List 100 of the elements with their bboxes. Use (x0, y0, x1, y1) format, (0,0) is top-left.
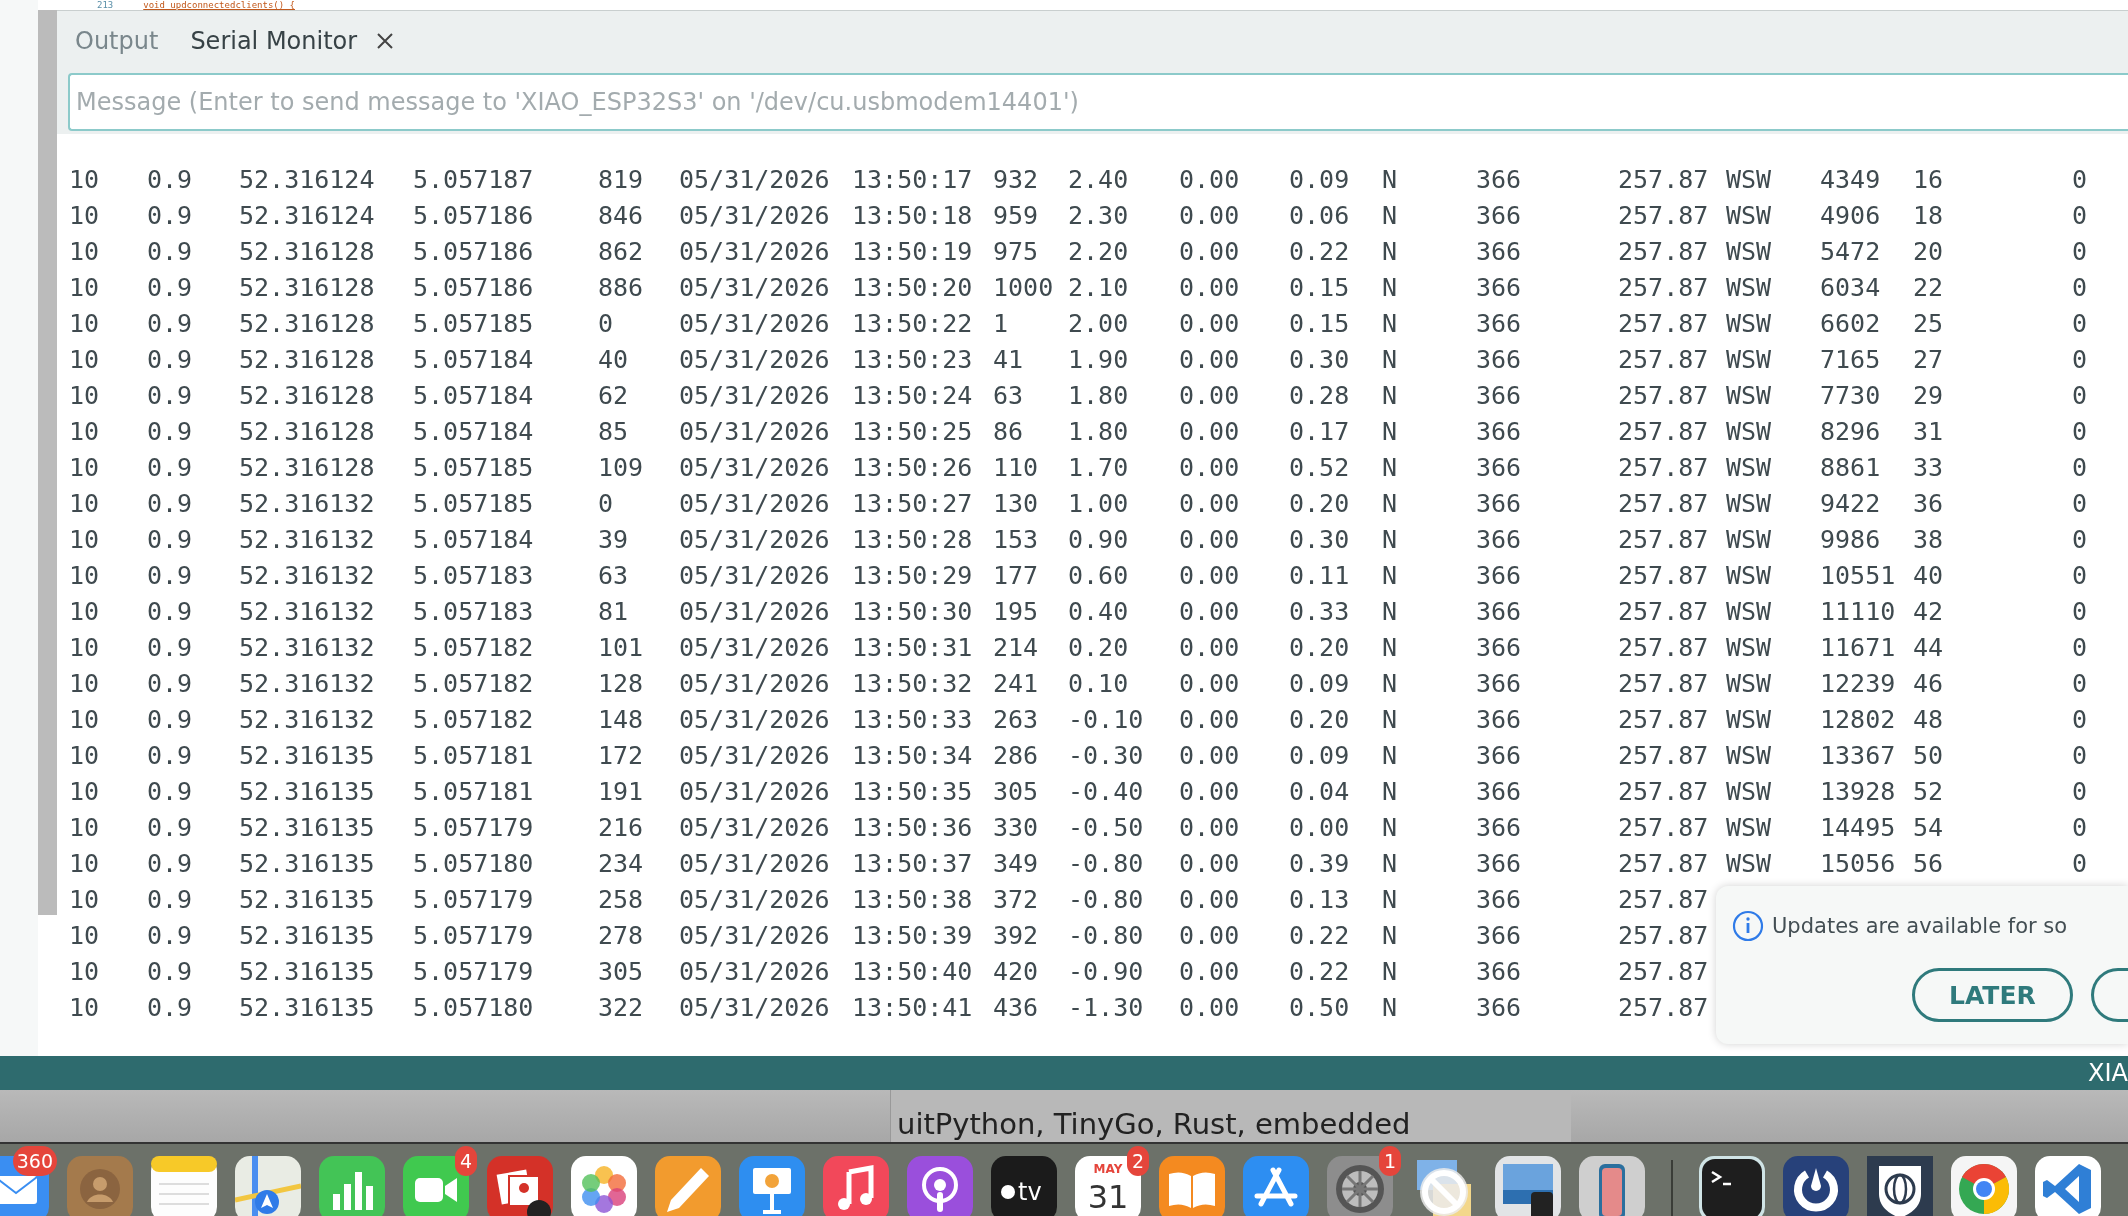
map-icon[interactable] (235, 1156, 301, 1216)
serial-value: 0 (2072, 740, 2088, 772)
serial-value: 52.316132 (239, 632, 375, 664)
serial-value: 05/31/2026 (679, 560, 830, 592)
partial-button[interactable] (2090, 968, 2128, 1022)
serial-value: 15056 (1820, 848, 1896, 880)
serial-value: 44 (1913, 632, 1944, 664)
serial-value: WSW (1726, 488, 1772, 520)
serial-value: 40 (598, 344, 629, 376)
serial-value: 366 (1476, 776, 1522, 808)
serial-value: -0.40 (1068, 776, 1144, 808)
serial-value: 0.00 (1289, 812, 1350, 844)
info-icon (1732, 910, 1764, 942)
serial-value: 366 (1476, 452, 1522, 484)
open-book-icon[interactable] (1159, 1156, 1225, 1216)
serial-value: 13:50:22 (852, 308, 973, 340)
photo-icon[interactable] (1495, 1156, 1561, 1216)
serial-value: 263 (993, 704, 1039, 736)
serial-value: -0.30 (1068, 740, 1144, 772)
serial-value: 258 (598, 884, 644, 916)
serial-value: 330 (993, 812, 1039, 844)
serial-value: N (1382, 164, 1398, 196)
serial-value: 0.06 (1289, 200, 1350, 232)
gear-icon[interactable] (1327, 1156, 1393, 1216)
serial-value: 13:50:17 (852, 164, 973, 196)
serial-value: 10 (69, 524, 100, 556)
terminal-icon[interactable] (1699, 1156, 1765, 1216)
serial-value: WSW (1726, 524, 1772, 556)
tab[interactable]: Serial Monitor (190, 23, 396, 59)
serial-value: 5.057183 (413, 596, 534, 628)
serial-value: WSW (1726, 596, 1772, 628)
serial-value: WSW (1726, 668, 1772, 700)
serial-value: 0.9 (147, 740, 193, 772)
serial-value: 5.057184 (413, 380, 534, 412)
serial-value: 54 (1913, 812, 1944, 844)
serial-value: 13928 (1820, 776, 1896, 808)
serial-value: 13:50:25 (852, 416, 973, 448)
tv-app-icon[interactable]: tv (991, 1156, 1057, 1216)
code-line: void updconnectedclients() { (143, 0, 295, 10)
serial-value: 0.33 (1289, 596, 1350, 628)
serial-value: N (1382, 884, 1398, 916)
serial-value: 0.9 (147, 668, 193, 700)
phone-icon[interactable] (1579, 1156, 1645, 1216)
music-note-icon[interactable] (823, 1156, 889, 1216)
serial-value: 366 (1476, 956, 1522, 988)
serial-value: 5.057182 (413, 704, 534, 736)
serial-value: 20 (1913, 236, 1944, 268)
serial-value: 0.00 (1179, 236, 1240, 268)
serial-value: 05/31/2026 (679, 596, 830, 628)
podcast-icon[interactable] (907, 1156, 973, 1216)
serial-value: N (1382, 992, 1398, 1024)
serial-value: -0.90 (1068, 956, 1144, 988)
browser-icon[interactable] (1951, 1156, 2017, 1216)
serial-value: 10 (69, 200, 100, 232)
serial-value: 0.30 (1289, 344, 1350, 376)
serial-value: 195 (993, 596, 1039, 628)
serial-value: 0.00 (1179, 272, 1240, 304)
flower-icon[interactable] (571, 1156, 637, 1216)
serial-value: N (1382, 560, 1398, 592)
serial-value: 13:50:41 (852, 992, 973, 1024)
serial-value: 0.00 (1179, 812, 1240, 844)
app-store-icon[interactable] (1243, 1156, 1309, 1216)
later-button[interactable]: LATER (1912, 968, 2073, 1022)
message-field[interactable]: Message (Enter to send message to 'XIAO_ESP32S3' on '/dev/cu.usbmodem14401') (68, 73, 2128, 131)
podium-icon[interactable] (739, 1156, 805, 1216)
serial-value: 1.80 (1068, 416, 1129, 448)
serial-value: 52.316132 (239, 524, 375, 556)
serial-value: 0.20 (1289, 488, 1350, 520)
serial-value: 0.9 (147, 596, 193, 628)
ring-icon[interactable] (1783, 1156, 1849, 1216)
serial-value: 0.00 (1179, 740, 1240, 772)
pen-icon[interactable] (655, 1156, 721, 1216)
serial-value: 0 (2072, 632, 2088, 664)
serial-value: 05/31/2026 (679, 452, 830, 484)
scrollbar-thumb[interactable] (38, 10, 57, 915)
serial-value: 13:50:18 (852, 200, 973, 232)
serial-value: 257.87 (1618, 344, 1709, 376)
serial-value: 05/31/2026 (679, 740, 830, 772)
serial-value: N (1382, 596, 1398, 628)
serial-value: 0.9 (147, 884, 193, 916)
shield-icon[interactable] (1867, 1156, 1933, 1216)
serial-value: 0.00 (1179, 596, 1240, 628)
bar-chart-icon[interactable] (319, 1156, 385, 1216)
serial-value: WSW (1726, 704, 1772, 736)
serial-value: 13:50:37 (852, 848, 973, 880)
serial-value: 11110 (1820, 596, 1896, 628)
serial-value: 257.87 (1618, 272, 1709, 304)
video-camera-icon[interactable] (403, 1156, 469, 1216)
serial-value: 257.87 (1618, 596, 1709, 628)
serial-value: 13:50:38 (852, 884, 973, 916)
serial-value: 0.39 (1289, 848, 1350, 880)
serial-value: 0.9 (147, 704, 193, 736)
photo-frames-icon[interactable] (487, 1156, 553, 1216)
serial-value: 05/31/2026 (679, 524, 830, 556)
serial-value: 62 (598, 380, 629, 412)
close-icon[interactable] (375, 31, 396, 51)
code-editor-icon[interactable] (2035, 1156, 2101, 1216)
serial-value: 0.9 (147, 236, 193, 268)
serial-value: 7165 (1820, 344, 1881, 376)
serial-value: 10 (69, 848, 100, 880)
